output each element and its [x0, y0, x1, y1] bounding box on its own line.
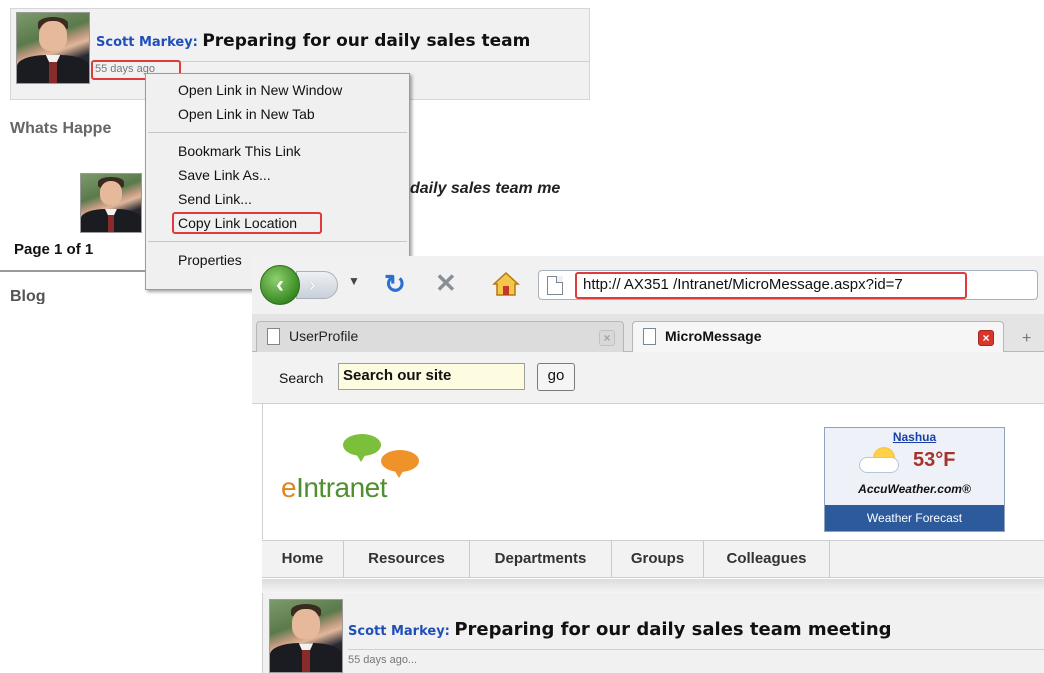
- history-dropdown-icon[interactable]: ▼: [348, 274, 360, 288]
- blog-title: Blog: [10, 288, 46, 304]
- divider: [348, 649, 1044, 650]
- url-text[interactable]: http:// AX351 /Intranet/MicroMessage.asp…: [583, 276, 903, 293]
- tab-micromessage[interactable]: MicroMessage ×: [632, 321, 1004, 352]
- site-logo[interactable]: eIntranet: [281, 472, 388, 504]
- menu-separator: [148, 132, 407, 133]
- arrow-right-icon: ›: [309, 274, 316, 296]
- nav-item-departments[interactable]: Departments: [470, 541, 612, 577]
- nav-item-colleagues[interactable]: Colleagues: [704, 541, 830, 577]
- reload-icon[interactable]: ↻: [384, 269, 406, 299]
- home-icon[interactable]: [492, 270, 520, 298]
- post-author[interactable]: Scott Markey:: [348, 624, 450, 639]
- browser-window: › ‹ ▼ ↻ ✕ http:// AX351 /Intranet/MicroM…: [252, 256, 1044, 673]
- tab-userprofile[interactable]: UserProfile ×: [256, 321, 624, 352]
- search-input[interactable]: Search our site: [338, 363, 525, 390]
- page-icon: [267, 328, 280, 345]
- arrow-left-icon: ‹: [276, 271, 284, 298]
- go-button[interactable]: go: [537, 363, 575, 391]
- site-header: eIntranet Nashua 53°F AccuWeather.com® W…: [262, 404, 1044, 539]
- page-icon: [547, 276, 563, 295]
- weather-brand: AccuWeather.com®: [858, 482, 971, 496]
- tab-label: MicroMessage: [665, 328, 762, 344]
- cloud-icon: [859, 457, 899, 473]
- feed-avatar[interactable]: [80, 173, 142, 233]
- menu-item-send-link[interactable]: Send Link...: [146, 187, 409, 211]
- menu-separator: [148, 241, 407, 242]
- menu-item-save-link-as[interactable]: Save Link As...: [146, 163, 409, 187]
- weather-widget[interactable]: Nashua 53°F AccuWeather.com® Weather For…: [824, 427, 1005, 532]
- logo-name: Intranet: [296, 472, 388, 503]
- weather-footer: Weather Forecast: [825, 505, 1004, 531]
- menu-item-bookmark-link[interactable]: Bookmark This Link: [146, 139, 409, 163]
- forward-button[interactable]: ›: [296, 271, 338, 299]
- tab-strip: UserProfile × MicroMessage ×: [252, 314, 1044, 352]
- new-tab-button[interactable]: +: [1022, 330, 1031, 348]
- nav-item-groups[interactable]: Groups: [612, 541, 704, 577]
- back-button[interactable]: ‹: [260, 265, 300, 305]
- feed-text: daily sales team me: [410, 180, 561, 197]
- divider: [262, 579, 1044, 593]
- page-count: Page 1 of 1: [14, 241, 94, 258]
- weather-city[interactable]: Nashua: [825, 430, 1004, 444]
- stop-icon[interactable]: ✕: [435, 268, 457, 298]
- address-bar[interactable]: http:// AX351 /Intranet/MicroMessage.asp…: [538, 270, 1038, 300]
- logo-bubble-tail: [393, 468, 405, 478]
- avatar[interactable]: [269, 599, 343, 673]
- post-author[interactable]: Scott Markey:: [96, 35, 198, 50]
- post-text: Preparing for our daily sales team meeti…: [454, 619, 892, 640]
- weather-temperature: 53°F: [913, 449, 956, 471]
- main-nav: Home Resources Departments Groups Collea…: [262, 540, 1044, 578]
- menu-item-open-new-window[interactable]: Open Link in New Window: [146, 78, 409, 102]
- tab-label: UserProfile: [289, 328, 359, 344]
- highlight-box: [172, 212, 322, 234]
- nav-item-home[interactable]: Home: [262, 541, 344, 577]
- logo-letter: e: [281, 472, 297, 503]
- post-time-link[interactable]: 55 days ago...: [348, 654, 417, 666]
- site-search-bar: Search Search our site go: [252, 352, 1044, 404]
- nav-item-resources[interactable]: Resources: [344, 541, 470, 577]
- page-icon: [643, 328, 656, 345]
- avatar[interactable]: [16, 12, 90, 84]
- post-text: Preparing for our daily sales team: [202, 31, 531, 51]
- close-icon[interactable]: ×: [599, 330, 615, 346]
- logo-bubble-tail: [355, 452, 367, 462]
- navigation-toolbar: › ‹ ▼ ↻ ✕ http:// AX351 /Intranet/MicroM…: [252, 256, 1044, 314]
- close-icon[interactable]: ×: [978, 330, 994, 346]
- section-title: Whats Happe: [10, 120, 112, 137]
- micro-message-post: Scott Markey: Preparing for our daily sa…: [262, 593, 1044, 673]
- menu-item-copy-link-location[interactable]: Copy Link Location: [146, 211, 409, 235]
- search-label: Search: [279, 370, 324, 386]
- menu-item-open-new-tab[interactable]: Open Link in New Tab: [146, 102, 409, 126]
